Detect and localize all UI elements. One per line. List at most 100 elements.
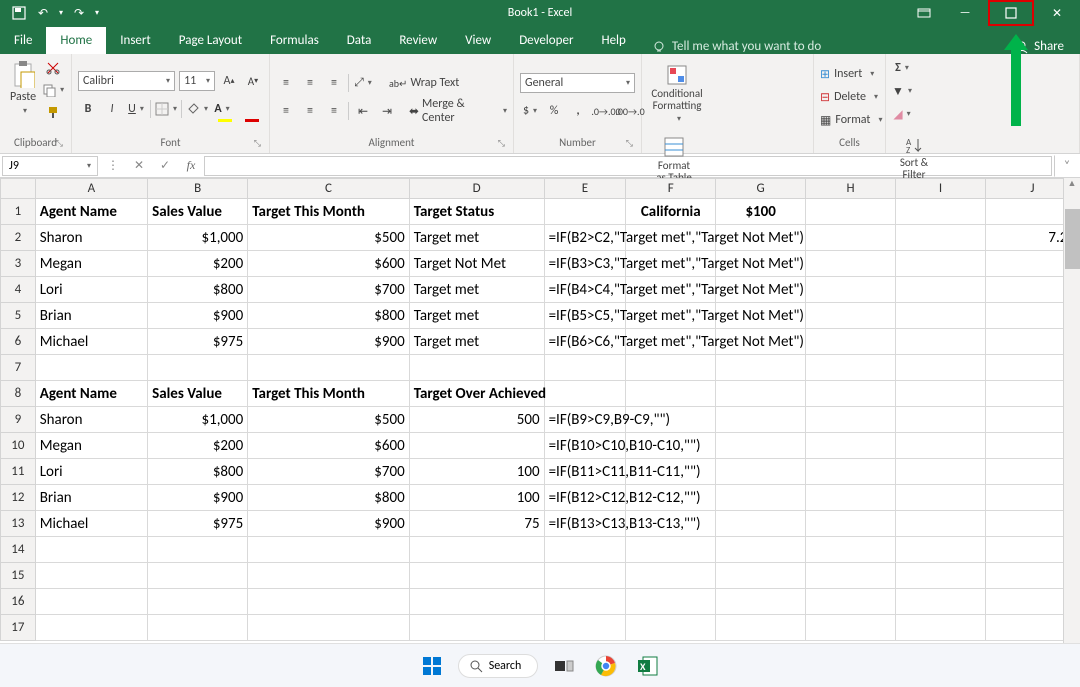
row-header-8[interactable]: 8 (1, 381, 36, 407)
cell-B15[interactable] (148, 563, 248, 589)
underline-button[interactable]: U▾ (126, 99, 146, 119)
font-size-select[interactable]: 11▾ (179, 71, 215, 91)
select-all[interactable] (1, 179, 36, 199)
fill-button[interactable]: ▼▾ (892, 81, 912, 101)
cell-D3[interactable]: Target Not Met (409, 251, 544, 277)
ribbon-display-options[interactable] (906, 0, 942, 26)
cell-I17[interactable] (896, 615, 986, 641)
cell-D17[interactable] (409, 615, 544, 641)
cell-A16[interactable] (35, 589, 147, 615)
comma-format-button[interactable]: , (568, 101, 588, 121)
cell-G12[interactable] (716, 485, 806, 511)
cell-A13[interactable]: Michael (35, 511, 147, 537)
cell-C13[interactable]: $900 (248, 511, 409, 537)
cell-C2[interactable]: $500 (248, 225, 409, 251)
cell-C6[interactable]: $900 (248, 329, 409, 355)
cell-D1[interactable]: Target Status (409, 199, 544, 225)
copy-button[interactable]: ▾ (42, 80, 64, 100)
cut-button[interactable] (42, 58, 64, 78)
cell-I1[interactable] (896, 199, 986, 225)
cell-C9[interactable]: $500 (248, 407, 409, 433)
cell-E3[interactable]: =IF(B3>C3,"Target met","Target Not Met") (544, 251, 626, 277)
cell-C16[interactable] (248, 589, 409, 615)
cell-F16[interactable] (626, 589, 716, 615)
cell-E10[interactable]: =IF(B10>C10,B10-C10,"") (544, 433, 626, 459)
col-header-H[interactable]: H (806, 179, 896, 199)
scroll-thumb[interactable] (1065, 209, 1080, 269)
cell-D13[interactable]: 75 (409, 511, 544, 537)
cell-G9[interactable] (716, 407, 806, 433)
cell-B14[interactable] (148, 537, 248, 563)
font-name-select[interactable]: Calibri▾ (78, 71, 175, 91)
tell-me[interactable]: Tell me what you want to do (652, 39, 821, 54)
excel-icon[interactable]: X (632, 650, 664, 682)
font-launcher[interactable]: ⤡ (254, 138, 261, 149)
cell-C7[interactable] (248, 355, 409, 381)
cell-D11[interactable]: 100 (409, 459, 544, 485)
align-bottom-button[interactable]: ≡ (324, 73, 344, 93)
merge-center-button[interactable]: ⬌Merge & Center▾ (409, 101, 507, 121)
number-launcher[interactable]: ⤡ (626, 138, 633, 149)
cell-D2[interactable]: Target met (409, 225, 544, 251)
cell-C12[interactable]: $800 (248, 485, 409, 511)
cell-B9[interactable]: $1,000 (148, 407, 248, 433)
cell-H16[interactable] (806, 589, 896, 615)
cell-G16[interactable] (716, 589, 806, 615)
cell-A12[interactable]: Brian (35, 485, 147, 511)
cell-A14[interactable] (35, 537, 147, 563)
col-header-E[interactable]: E (544, 179, 626, 199)
cell-A1[interactable]: Agent Name (35, 199, 147, 225)
cell-I15[interactable] (896, 563, 986, 589)
tab-insert[interactable]: Insert (106, 27, 165, 54)
cell-I16[interactable] (896, 589, 986, 615)
insert-function-button[interactable]: fx (178, 155, 204, 177)
cell-H5[interactable] (806, 303, 896, 329)
cell-B1[interactable]: Sales Value (148, 199, 248, 225)
cell-H11[interactable] (806, 459, 896, 485)
cell-A5[interactable]: Brian (35, 303, 147, 329)
cell-A11[interactable]: Lori (35, 459, 147, 485)
fill-color-button[interactable]: ▾ (186, 99, 208, 119)
increase-decimal-button[interactable]: .0→.00 (596, 101, 616, 121)
increase-font-button[interactable]: A▴ (219, 71, 239, 91)
cell-F1[interactable]: California (626, 199, 716, 225)
cell-A9[interactable]: Sharon (35, 407, 147, 433)
cell-I3[interactable] (896, 251, 986, 277)
cell-B16[interactable] (148, 589, 248, 615)
cell-B12[interactable]: $900 (148, 485, 248, 511)
cell-B8[interactable]: Sales Value (148, 381, 248, 407)
qat-undo-menu[interactable]: ▾ (56, 2, 66, 24)
spreadsheet-grid[interactable]: ABCDEFGHIJ1Agent NameSales ValueTarget T… (0, 178, 1080, 643)
number-format-select[interactable]: General▾ (520, 73, 635, 93)
row-header-15[interactable]: 15 (1, 563, 36, 589)
row-header-11[interactable]: 11 (1, 459, 36, 485)
row-header-10[interactable]: 10 (1, 433, 36, 459)
cell-E8[interactable] (544, 381, 626, 407)
share-button[interactable]: Share (1015, 39, 1080, 54)
cell-E9[interactable]: =IF(B9>C9,B9-C9,"") (544, 407, 626, 433)
cell-E13[interactable]: =IF(B13>C13,B13-C13,"") (544, 511, 626, 537)
cell-F7[interactable] (626, 355, 716, 381)
cell-A10[interactable]: Megan (35, 433, 147, 459)
cell-E16[interactable] (544, 589, 626, 615)
cell-E17[interactable] (544, 615, 626, 641)
cell-C4[interactable]: $700 (248, 277, 409, 303)
cell-D9[interactable]: 500 (409, 407, 544, 433)
cell-H1[interactable] (806, 199, 896, 225)
cell-D15[interactable] (409, 563, 544, 589)
cell-F14[interactable] (626, 537, 716, 563)
row-header-7[interactable]: 7 (1, 355, 36, 381)
orientation-button[interactable]: ⤢▾ (353, 73, 373, 93)
cell-I13[interactable] (896, 511, 986, 537)
cell-E1[interactable] (544, 199, 626, 225)
italic-button[interactable]: I (102, 99, 122, 119)
cell-E5[interactable]: =IF(B5>C5,"Target met","Target Not Met") (544, 303, 626, 329)
cell-E15[interactable] (544, 563, 626, 589)
cell-B7[interactable] (148, 355, 248, 381)
cell-B17[interactable] (148, 615, 248, 641)
cell-H13[interactable] (806, 511, 896, 537)
cell-E14[interactable] (544, 537, 626, 563)
percent-format-button[interactable]: % (544, 101, 564, 121)
wrap-text-button[interactable]: ab↵Wrap Text (389, 73, 459, 93)
cell-G1[interactable]: $100 (716, 199, 806, 225)
